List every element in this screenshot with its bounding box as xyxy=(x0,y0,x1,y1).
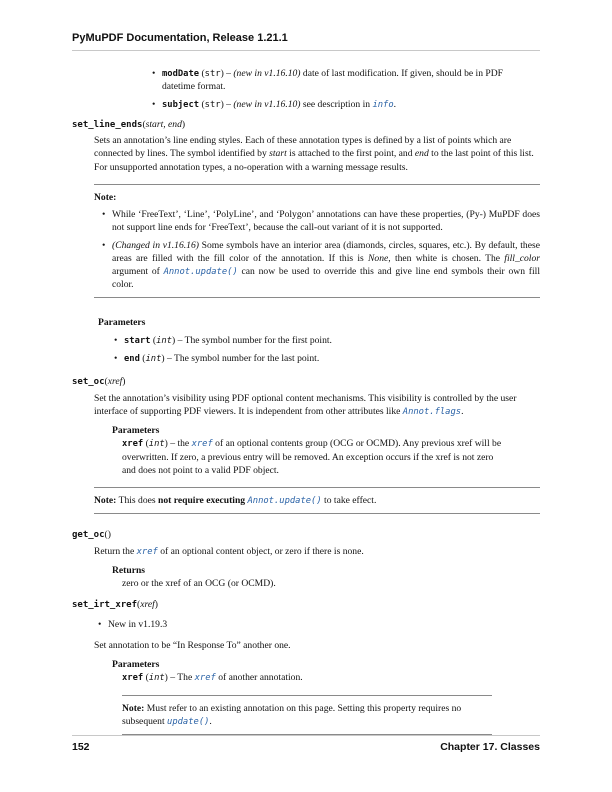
xref-link[interactable]: xref xyxy=(137,547,158,557)
params-section: Parameters xref (int) – the xref of an o… xyxy=(112,425,502,476)
method-get-oc: get_oc() Return the xref of an optional … xyxy=(72,528,540,590)
annot-flags-link[interactable]: Annot.flags xyxy=(403,407,461,417)
annot-update-link[interactable]: Annot.update() xyxy=(248,496,322,506)
update-link[interactable]: update() xyxy=(167,717,209,727)
footer-rule xyxy=(72,735,540,736)
note-box: Note: While ‘FreeText’, ‘Line’, ‘PolyLin… xyxy=(94,183,540,299)
method-description: Sets an annotation’s line ending styles.… xyxy=(94,134,540,365)
method-set-irt-xref: set_irt_xref(xref) New in v1.19.3 Set an… xyxy=(72,598,540,736)
annot-update-link[interactable]: Annot.update() xyxy=(164,267,238,277)
method-signature: set_line_ends(start, end) xyxy=(72,118,186,130)
version-note: New in v1.19.3 xyxy=(96,618,540,631)
param-start: start (int) – The symbol number for the … xyxy=(112,334,540,347)
param-subject: subject (str) – (new in v1.16.10) see de… xyxy=(150,98,514,111)
page-footer: 152 Chapter 17. Classes xyxy=(72,740,540,754)
info-link[interactable]: info xyxy=(372,100,393,110)
main-content: modDate (str) – (new in v1.16.10) date o… xyxy=(72,67,540,736)
header-rule xyxy=(72,50,540,51)
note-box: Note: This does not require executing An… xyxy=(94,486,540,515)
method-description: Set the annotation’s visibility using PD… xyxy=(94,392,540,515)
param-moddate: modDate (str) – (new in v1.16.10) date o… xyxy=(150,67,514,93)
page-number: 152 xyxy=(72,741,90,753)
document-page: PyMuPDF Documentation, Release 1.21.1 mo… xyxy=(0,0,612,792)
xref-link[interactable]: xref xyxy=(192,439,213,449)
method-set-oc: set_oc(xref) Set the annotation’s visibi… xyxy=(72,375,540,515)
returns-section: Returns zero or the xref of an OCG (or O… xyxy=(112,564,276,590)
params-section: Parameters start (int) – The symbol numb… xyxy=(98,316,540,365)
note-item: (Changed in v1.16.16) Some symbols have … xyxy=(100,239,540,292)
method-description: New in v1.19.3 Set annotation to be “In … xyxy=(94,618,540,736)
method-signature: get_oc() xyxy=(72,529,111,541)
note-item: While ‘FreeText’, ‘Line’, ‘PolyLine’, an… xyxy=(100,208,540,234)
params-section: Parameters xref (int) – The xref of anot… xyxy=(112,658,540,736)
page-header-title: PyMuPDF Documentation, Release 1.21.1 xyxy=(72,32,288,44)
method-description: Return the xref of an optional content o… xyxy=(94,545,540,591)
method-signature: set_irt_xref(xref) xyxy=(72,599,158,611)
note-box: Note: Must refer to an existing annotati… xyxy=(122,694,492,736)
top-param-list: modDate (str) – (new in v1.16.10) date o… xyxy=(150,67,514,112)
xref-link[interactable]: xref xyxy=(195,673,216,683)
method-set-line-ends: set_line_ends(start, end) Sets an annota… xyxy=(72,118,540,365)
chapter-title: Chapter 17. Classes xyxy=(440,741,540,753)
param-end: end (int) – The symbol number for the la… xyxy=(112,352,540,365)
method-signature: set_oc(xref) xyxy=(72,376,126,388)
